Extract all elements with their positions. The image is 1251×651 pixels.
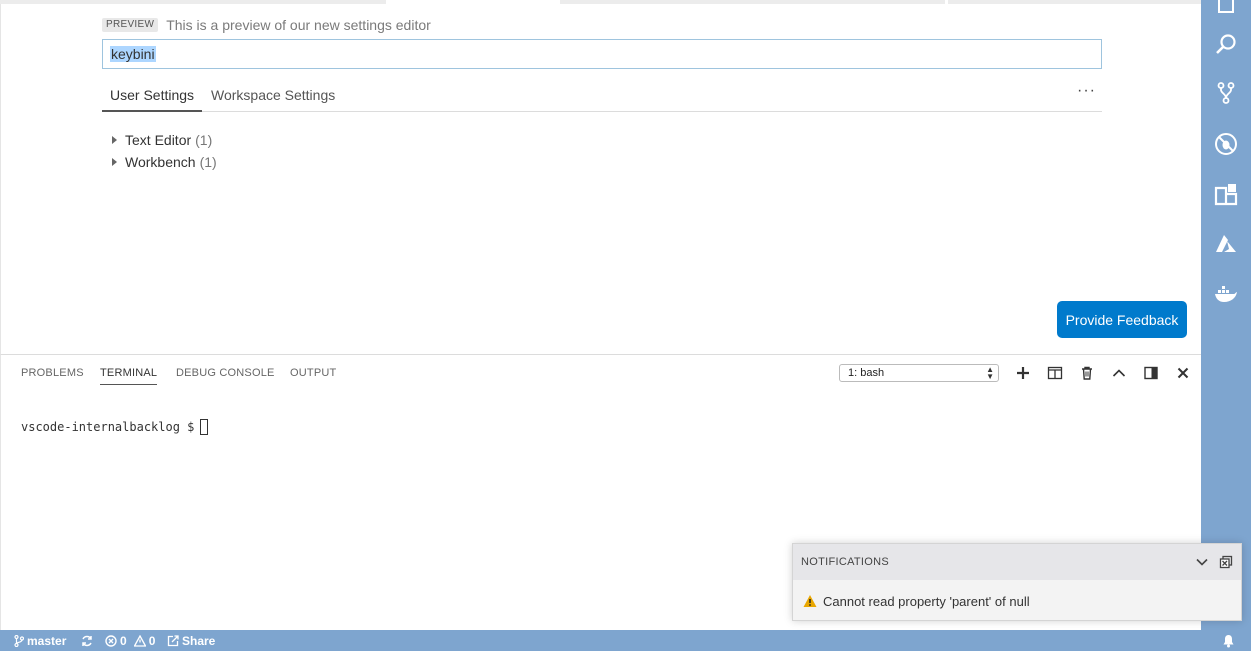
error-count: 0 xyxy=(120,633,127,648)
chevron-up-icon[interactable] xyxy=(1111,365,1127,381)
share-button[interactable]: Share xyxy=(167,630,215,651)
error-icon xyxy=(105,634,117,647)
share-label: Share xyxy=(182,633,216,648)
settings-tree: Text Editor (1) Workbench (1) xyxy=(109,129,217,173)
search-input-value[interactable]: keybini xyxy=(110,46,156,62)
provide-feedback-button[interactable]: Provide Feedback xyxy=(1057,301,1187,338)
clear-all-icon[interactable] xyxy=(1219,555,1233,569)
close-icon[interactable] xyxy=(1175,365,1191,381)
notification-message: Cannot read property 'parent' of null xyxy=(823,593,1030,609)
terminal-select[interactable]: 1: bash ▲ ▼ xyxy=(839,364,999,382)
git-branch-status[interactable]: master xyxy=(14,630,66,651)
git-branch-label: master xyxy=(27,633,67,648)
warning-icon xyxy=(803,595,817,607)
tab-workspace-settings[interactable]: Workspace Settings xyxy=(211,78,335,110)
tree-item-label: Workbench xyxy=(125,154,196,170)
search-icon[interactable] xyxy=(1214,32,1238,56)
azure-icon[interactable] xyxy=(1214,232,1238,256)
sync-button[interactable] xyxy=(81,630,93,651)
notifications-title: NOTIFICATIONS xyxy=(801,556,890,568)
explorer-icon[interactable] xyxy=(1214,0,1238,14)
preview-notice: PREVIEW This is a preview of our new set… xyxy=(102,17,431,33)
preview-text: This is a preview of our new settings ed… xyxy=(166,17,431,33)
tab-user-settings[interactable]: User Settings xyxy=(102,78,203,112)
terminal-cursor xyxy=(200,419,209,435)
status-bar: master 0 0 Share xyxy=(0,630,1251,651)
sync-icon xyxy=(82,635,92,646)
tree-item-workbench[interactable]: Workbench (1) xyxy=(109,151,217,173)
tab-debug-console[interactable]: DEBUG CONSOLE xyxy=(176,367,275,379)
settings-tabs: User Settings Workspace Settings ··· xyxy=(102,78,1102,112)
extensions-icon[interactable] xyxy=(1214,182,1238,206)
notification-item[interactable]: Cannot read property 'parent' of null xyxy=(793,580,1241,622)
bell-icon xyxy=(1223,634,1234,647)
tab-problems[interactable]: PROBLEMS xyxy=(21,367,84,379)
activity-bar xyxy=(1201,0,1251,630)
notifications-center: NOTIFICATIONS Cannot read property 'pare… xyxy=(792,543,1242,621)
terminal-output[interactable]: vscode-internalbacklog $ xyxy=(21,419,209,435)
tab-output[interactable]: OUTPUT xyxy=(290,367,336,379)
terminal-select-value: 1: bash xyxy=(848,367,885,379)
split-terminal-icon[interactable] xyxy=(1047,365,1063,381)
debug-icon[interactable] xyxy=(1214,132,1238,156)
tree-item-count: (1) xyxy=(199,154,217,170)
notifications-bell-button[interactable] xyxy=(1222,630,1235,651)
panel-layout-icon[interactable] xyxy=(1143,365,1159,381)
source-control-icon[interactable] xyxy=(1214,81,1238,105)
warning-icon xyxy=(133,634,146,647)
settings-editor: PREVIEW This is a preview of our new set… xyxy=(0,4,1201,354)
chevron-right-icon xyxy=(112,136,117,144)
select-arrows-icon: ▲ ▼ xyxy=(986,365,994,381)
tree-item-count: (1) xyxy=(195,132,213,148)
tree-item-label: Text Editor xyxy=(125,132,192,148)
tab-terminal[interactable]: TERMINAL xyxy=(100,367,158,385)
docker-icon[interactable] xyxy=(1214,282,1238,306)
chevron-down-icon[interactable] xyxy=(1195,555,1209,569)
warning-count: 0 xyxy=(148,633,156,648)
terminal-prompt: vscode-internalbacklog $ xyxy=(21,420,195,434)
problems-status[interactable]: 0 0 xyxy=(105,630,155,651)
more-actions-button[interactable]: ··· xyxy=(1077,82,1096,100)
plus-icon[interactable] xyxy=(1015,365,1031,381)
git-branch-icon xyxy=(14,634,24,647)
notifications-header: NOTIFICATIONS xyxy=(793,544,1241,580)
share-icon xyxy=(167,634,179,646)
chevron-right-icon xyxy=(112,158,117,166)
settings-search-input[interactable]: keybini xyxy=(102,39,1102,69)
preview-badge: PREVIEW xyxy=(102,18,159,32)
tree-item-text-editor[interactable]: Text Editor (1) xyxy=(109,129,217,151)
trash-icon[interactable] xyxy=(1079,365,1095,381)
